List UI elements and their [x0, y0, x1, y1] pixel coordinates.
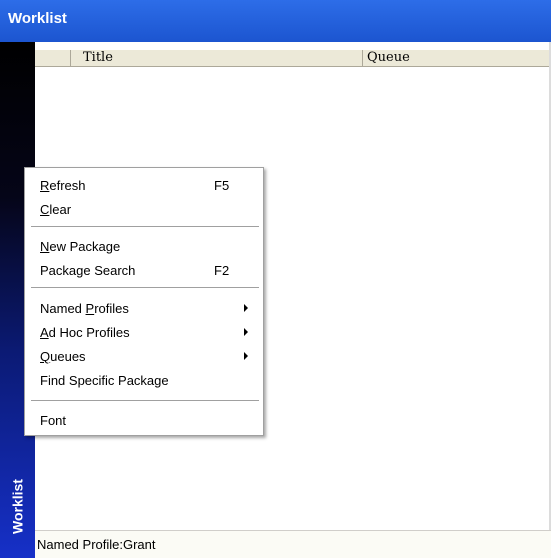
submenu-arrow-icon [244, 328, 248, 336]
menu-item-clear[interactable]: Clear [25, 197, 263, 221]
menu-item-named-profiles[interactable]: Named Profiles [25, 296, 263, 320]
menu-item-font[interactable]: Font [25, 408, 263, 432]
menu-item-label: Package Search [40, 263, 136, 278]
status-text: Named Profile:Grant [37, 537, 156, 552]
menu-item-queues[interactable]: Queues [25, 344, 263, 368]
menu-item-label: Clear [40, 202, 72, 217]
menu-item-label: Ad Hoc Profiles [40, 325, 130, 340]
menu-item-shortcut: F2 [214, 263, 230, 278]
side-strip-label: Worklist [9, 479, 26, 535]
menu-item-label: Font [40, 413, 67, 428]
menu-item-label: Find Specific Package [40, 373, 169, 388]
menu-separator [31, 400, 259, 402]
menu-item-label: Queues [40, 349, 86, 364]
submenu-arrow-icon [244, 352, 248, 360]
menu-separator [31, 226, 259, 228]
window-title: Worklist [8, 10, 67, 27]
column-header-title[interactable]: Title [71, 50, 363, 66]
submenu-arrow-icon [244, 304, 248, 312]
menu-item-label: Named Profiles [40, 301, 129, 316]
title-bar: Worklist [0, 0, 551, 42]
column-header-blank[interactable] [35, 50, 71, 66]
menu-item-label: New Package [40, 239, 121, 254]
menu-item-shortcut: F5 [214, 178, 230, 193]
menu-separator [31, 287, 259, 289]
context-menu: Refresh F5 Clear New Package Package Sea… [24, 167, 264, 436]
menu-item-find-specific-package[interactable]: Find Specific Package [25, 368, 263, 392]
list-header: Title Queue [35, 50, 551, 67]
menu-item-label: Refresh [40, 178, 86, 193]
menu-item-new-package[interactable]: New Package [25, 234, 263, 258]
status-bar: Named Profile:Grant [35, 530, 551, 558]
menu-item-refresh[interactable]: Refresh F5 [25, 173, 263, 197]
column-header-queue[interactable]: Queue [363, 50, 551, 66]
menu-item-ad-hoc-profiles[interactable]: Ad Hoc Profiles [25, 320, 263, 344]
menu-item-package-search[interactable]: Package Search F2 [25, 258, 263, 282]
